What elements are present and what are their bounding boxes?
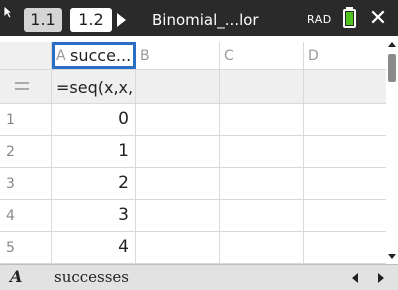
formula-row: =seq(x,x,0: [0, 70, 386, 104]
document-title: Binomial_...lor: [152, 11, 259, 29]
column-letter: A: [56, 48, 66, 64]
cell-b4[interactable]: [136, 200, 220, 231]
cell-c4[interactable]: [220, 200, 304, 231]
formula-cell-a[interactable]: =seq(x,x,0: [52, 70, 136, 103]
cell-value: 0: [118, 109, 129, 129]
cell-d3[interactable]: [304, 168, 386, 199]
battery-level: [346, 12, 353, 25]
equals-icon: [15, 82, 29, 92]
cell-a2[interactable]: 1: [52, 136, 136, 167]
current-cell-reference: A: [10, 267, 23, 286]
battery-icon: [343, 9, 356, 28]
column-header-d[interactable]: D: [304, 42, 386, 69]
table-row: 5 4: [0, 232, 386, 264]
cell-b3[interactable]: [136, 168, 220, 199]
row-number-label: 5: [6, 240, 15, 256]
cell-value: 3: [118, 205, 129, 225]
cell-value: 4: [118, 237, 129, 257]
row-number[interactable]: 4: [0, 200, 52, 231]
close-icon[interactable]: ✕: [364, 6, 392, 32]
cell-a1[interactable]: 0: [52, 104, 136, 135]
cell-b5[interactable]: [136, 232, 220, 263]
corner-cell[interactable]: [0, 42, 52, 69]
row-number-label: 1: [6, 112, 15, 128]
tab-1-2[interactable]: 1.2: [70, 8, 112, 32]
table-row: 1 0: [0, 104, 386, 136]
formula-cell-b[interactable]: [136, 70, 220, 103]
cell-c2[interactable]: [220, 136, 304, 167]
cell-value: 2: [118, 173, 129, 193]
pointer-arrow-icon: [3, 5, 13, 19]
top-bar: 1.1 1.2 Binomial_...lor RAD ✕: [0, 0, 398, 36]
table-row: 2 1: [0, 136, 386, 168]
cell-c3[interactable]: [220, 168, 304, 199]
cell-b2[interactable]: [136, 136, 220, 167]
scroll-down-arrow-icon[interactable]: [388, 254, 396, 259]
column-header-a[interactable]: A succe...: [52, 42, 136, 69]
scroll-right-arrow-icon[interactable]: [378, 273, 384, 283]
scroll-thumb[interactable]: [388, 54, 396, 82]
table-row: 4 3: [0, 200, 386, 232]
row-number[interactable]: 3: [0, 168, 52, 199]
tab-1-1[interactable]: 1.1: [24, 8, 62, 32]
formula-cell-d[interactable]: [304, 70, 386, 103]
column-header-c[interactable]: C: [220, 42, 304, 69]
cell-d1[interactable]: [304, 104, 386, 135]
vertical-scrollbar[interactable]: [386, 36, 398, 264]
scroll-left-arrow-icon[interactable]: [352, 273, 358, 283]
formula-cell-c[interactable]: [220, 70, 304, 103]
column-letter: B: [140, 48, 150, 64]
cell-c1[interactable]: [220, 104, 304, 135]
angle-mode-indicator: RAD: [307, 13, 332, 26]
cell-b1[interactable]: [136, 104, 220, 135]
cell-contents-display[interactable]: successes: [54, 268, 129, 286]
scroll-up-arrow-icon[interactable]: [388, 42, 396, 47]
cell-d4[interactable]: [304, 200, 386, 231]
column-header-row: A succe... B C D: [0, 42, 386, 70]
next-page-arrow-icon[interactable]: [117, 13, 126, 27]
column-name: succe...: [70, 46, 132, 65]
formula-row-label: [0, 70, 52, 103]
row-number-label: 2: [6, 144, 15, 160]
row-number[interactable]: 5: [0, 232, 52, 263]
cell-value: 1: [118, 141, 129, 161]
row-number[interactable]: 1: [0, 104, 52, 135]
row-number-label: 3: [6, 176, 15, 192]
cell-a5[interactable]: 4: [52, 232, 136, 263]
cell-a4[interactable]: 3: [52, 200, 136, 231]
table-row: 3 2: [0, 168, 386, 200]
formula-text: =seq(x,x,0: [56, 78, 134, 97]
page-sorter-icon[interactable]: [0, 0, 20, 36]
row-number[interactable]: 2: [0, 136, 52, 167]
status-bar: A successes: [0, 264, 398, 290]
column-letter: D: [308, 48, 319, 64]
cell-c5[interactable]: [220, 232, 304, 263]
row-number-label: 4: [6, 208, 15, 224]
cell-a3[interactable]: 2: [52, 168, 136, 199]
cell-d2[interactable]: [304, 136, 386, 167]
column-header-b[interactable]: B: [136, 42, 220, 69]
column-letter: C: [224, 48, 234, 64]
cell-d5[interactable]: [304, 232, 386, 263]
